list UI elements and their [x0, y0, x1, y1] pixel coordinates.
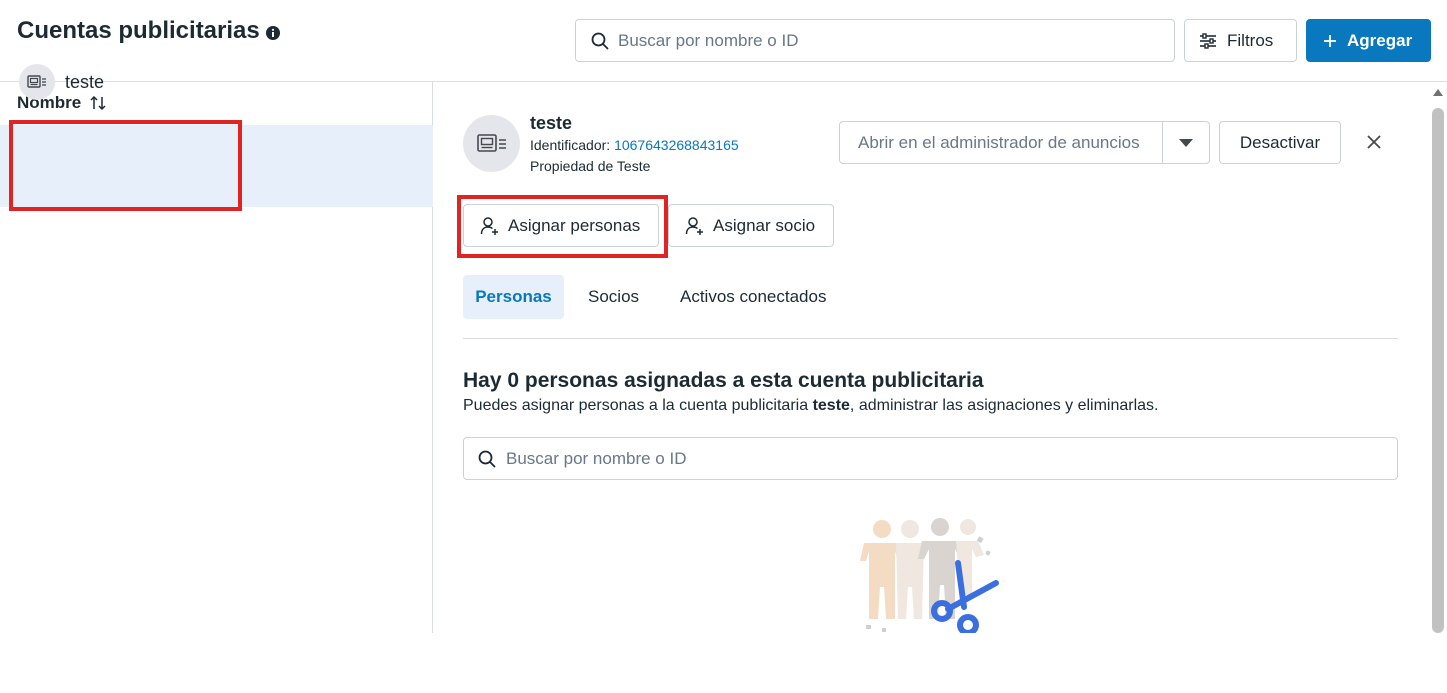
search-icon	[478, 450, 496, 468]
ad-account-avatar	[19, 64, 55, 100]
add-label: Agregar	[1347, 30, 1413, 50]
empty-state-illustration	[860, 518, 999, 633]
detail-account-name: teste	[530, 113, 573, 133]
close-icon[interactable]	[1363, 131, 1385, 153]
scroll-up-arrow-icon[interactable]	[1433, 89, 1443, 96]
open-options-dropdown[interactable]	[1162, 121, 1210, 164]
id-value-link[interactable]: 1067643268843165	[614, 137, 739, 153]
detail-avatar	[463, 115, 520, 172]
list-item-label[interactable]: teste	[65, 72, 104, 93]
ad-account-icon	[27, 75, 46, 88]
sliders-icon	[1200, 32, 1216, 49]
add-person-icon	[685, 216, 703, 235]
people-search-box[interactable]	[463, 437, 1398, 480]
tabs-divider	[463, 338, 1398, 339]
plus-icon	[1324, 34, 1336, 47]
detail-account-id: Identificador: 1067643268843165	[530, 137, 739, 153]
filters-button[interactable]: Filtros	[1184, 19, 1297, 62]
empty-state-description: Puedes asignar personas a la cuenta publ…	[463, 397, 1159, 415]
info-icon[interactable]	[265, 25, 281, 41]
scrollbar-thumb[interactable]	[1432, 108, 1444, 633]
empty-desc-account: teste	[812, 397, 850, 414]
open-in-ads-manager-button[interactable]: Abrir en el administrador de anuncios	[839, 121, 1163, 164]
empty-desc-text-end: , administrar las asignaciones y elimina…	[849, 397, 1159, 414]
caret-down-icon	[1179, 138, 1193, 147]
detail-owner: Propiedad de Teste	[530, 158, 651, 174]
sort-icon	[90, 95, 106, 111]
tab-socios[interactable]: Socios	[588, 275, 639, 319]
highlight-box	[9, 120, 242, 211]
assign-partner-label: Asignar socio	[713, 215, 816, 235]
highlight-box	[457, 195, 668, 258]
tab-personas[interactable]: Personas	[463, 275, 564, 319]
id-label: Identificador:	[530, 137, 615, 153]
page-header: Cuentas publicitarias Filtros Agregar	[0, 0, 1447, 82]
search-icon	[591, 32, 609, 50]
ad-account-icon	[476, 133, 506, 152]
deactivate-button[interactable]: Desactivar	[1219, 121, 1341, 164]
add-button[interactable]: Agregar	[1306, 19, 1431, 62]
empty-desc-text: Puedes asignar personas a la cuenta publ…	[463, 397, 813, 414]
page-title: Cuentas publicitarias	[17, 17, 260, 44]
filters-label: Filtros	[1227, 30, 1274, 50]
empty-state-title: Hay 0 personas asignadas a esta cuenta p…	[463, 369, 984, 392]
tab-activos-conectados[interactable]: Activos conectados	[680, 275, 826, 319]
search-input[interactable]	[618, 21, 1158, 60]
people-search-input[interactable]	[506, 439, 1376, 478]
assign-partner-button[interactable]: Asignar socio	[668, 204, 834, 247]
search-box[interactable]	[575, 19, 1175, 62]
